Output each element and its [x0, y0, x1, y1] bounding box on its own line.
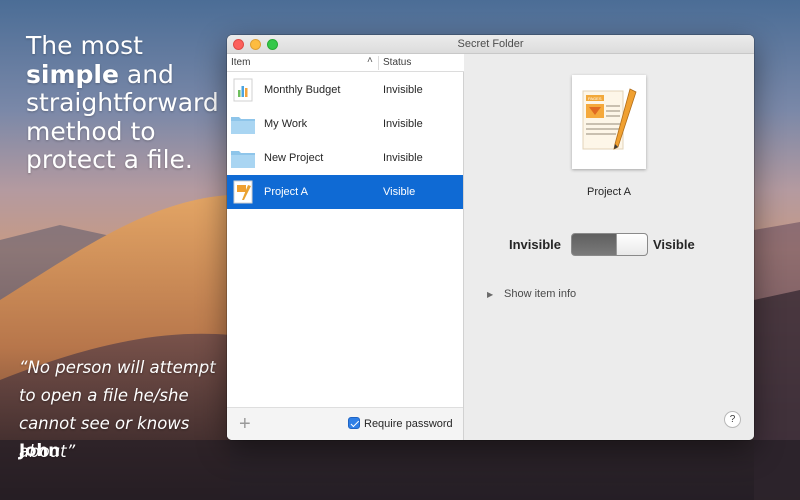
require-password-checkbox[interactable] — [348, 417, 360, 429]
window-title: Secret Folder — [457, 38, 524, 50]
app-window: Secret Folder Item ˄ Status Monthly Budg… — [227, 35, 754, 440]
promo-headline: The most simple and straightforward meth… — [26, 31, 226, 175]
headline-bold: simple — [26, 59, 119, 89]
item-list: Item ˄ Status Monthly Budget Invisible M… — [227, 54, 464, 440]
show-item-info-toggle[interactable]: Show item info — [504, 288, 576, 300]
list-row-my-work[interactable]: My Work Invisible — [227, 107, 463, 141]
row-name: New Project — [264, 152, 324, 164]
list-footer: + Require password — [227, 407, 463, 440]
row-status: Invisible — [383, 152, 423, 164]
invisible-label: Invisible — [509, 237, 562, 252]
row-name: Project A — [264, 186, 309, 198]
list-row-new-project[interactable]: New Project Invisible — [227, 141, 463, 175]
svg-text:PAGES: PAGES — [588, 96, 602, 101]
column-header-item[interactable]: Item — [231, 57, 250, 68]
headline-line-2-rest: and — [118, 59, 174, 89]
column-header-status[interactable]: Status — [383, 57, 411, 68]
help-button[interactable]: ? — [724, 411, 741, 428]
detail-pane: PAGES Project A Invisible Visible ▶ Show… — [464, 54, 754, 440]
list-row-project-a[interactable]: Project A Visible — [227, 175, 463, 209]
column-separator[interactable] — [378, 56, 379, 70]
pages-file-icon — [233, 180, 253, 204]
numbers-file-icon — [233, 78, 253, 102]
add-item-button[interactable]: + — [239, 413, 251, 436]
row-name: Monthly Budget — [264, 84, 341, 96]
pages-document-icon: PAGES — [572, 75, 646, 169]
folder-icon — [231, 117, 255, 134]
headline-line-3: straightforward — [26, 88, 219, 117]
folder-icon — [231, 151, 255, 168]
headline-line-2: simple and — [26, 59, 226, 90]
headline-line-4: method to — [26, 116, 156, 146]
visibility-toggle[interactable] — [571, 233, 648, 256]
row-name: My Work — [264, 118, 308, 130]
chevron-up-icon[interactable]: ˄ — [367, 55, 373, 66]
row-status: Invisible — [383, 118, 423, 130]
visible-label: Visible — [653, 237, 695, 252]
row-status: Visible — [383, 186, 416, 198]
toggle-knob[interactable] — [616, 234, 647, 255]
title-bar[interactable]: Secret Folder — [227, 35, 754, 54]
require-password-option[interactable]: Require password — [348, 417, 453, 430]
headline-line-5: protect a file. — [26, 145, 193, 174]
list-row-monthly-budget[interactable]: Monthly Budget Invisible — [227, 73, 463, 107]
headline-line-1: The most — [26, 31, 143, 60]
require-password-label: Require password — [364, 418, 453, 430]
testimonial-author: John — [19, 441, 60, 460]
list-header: Item ˄ Status — [227, 54, 464, 72]
disclosure-triangle-icon[interactable]: ▶ — [487, 290, 493, 299]
row-status: Invisible — [383, 84, 423, 96]
document-name: Project A — [586, 186, 632, 198]
